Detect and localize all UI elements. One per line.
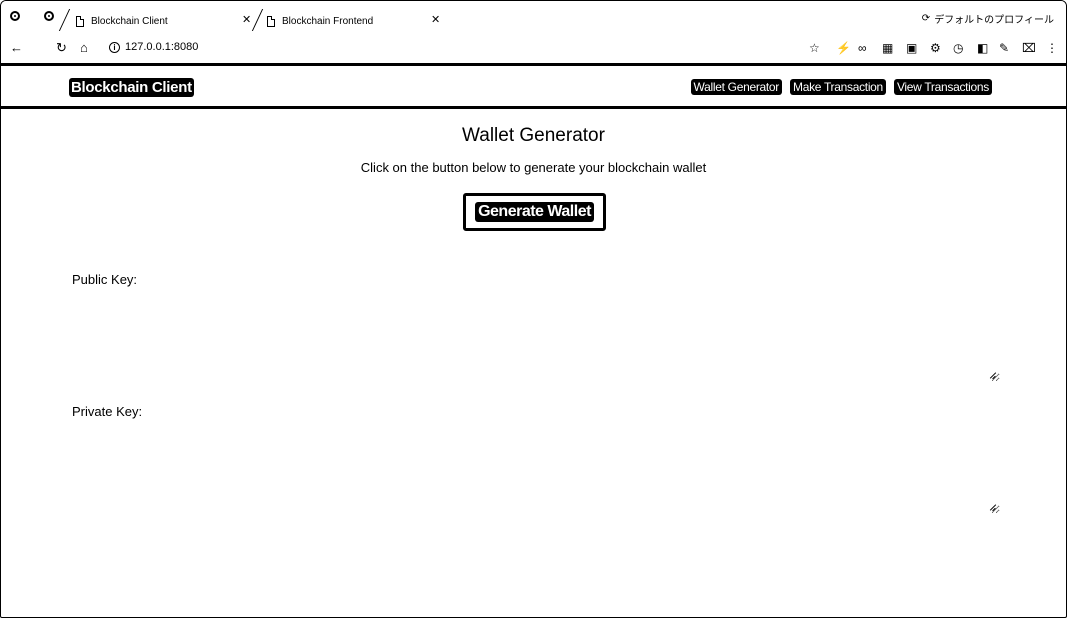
profile-icon: ⟳ bbox=[921, 13, 931, 24]
generate-wallet-button[interactable]: Generate Wallet bbox=[463, 193, 606, 231]
extension-icon[interactable]: ◧ bbox=[977, 40, 988, 56]
nav-link-view-transactions[interactable]: View Transactions bbox=[893, 79, 992, 95]
tab-blockchain-frontend[interactable]: Blockchain Frontend ✕ bbox=[267, 9, 447, 33]
tab-close-icon[interactable]: ✕ bbox=[242, 13, 251, 26]
window-close-icon[interactable] bbox=[10, 11, 20, 21]
glasses-icon[interactable]: ∞ bbox=[858, 40, 867, 56]
page-subtitle: Click on the button below to generate yo… bbox=[360, 160, 707, 175]
browser-window: Blockchain Client ✕ Blockchain Frontend … bbox=[0, 0, 1067, 618]
public-key-label: Public Key: bbox=[72, 272, 138, 287]
private-key-textarea[interactable] bbox=[72, 418, 1000, 514]
info-icon[interactable]: i bbox=[109, 41, 120, 53]
nav-link-make-transaction[interactable]: Make Transaction bbox=[790, 79, 886, 95]
public-key-textarea[interactable] bbox=[72, 286, 1000, 382]
tab-label: Blockchain Frontend bbox=[282, 15, 374, 27]
tab-label: Blockchain Client bbox=[91, 15, 168, 27]
nav-links: Wallet Generator Make Transaction View T… bbox=[690, 79, 992, 95]
page-icon bbox=[267, 15, 275, 27]
page-title: Wallet Generator bbox=[462, 125, 605, 146]
address-bar[interactable]: i 127.0.0.1:8080 bbox=[109, 41, 198, 53]
back-arrow-icon[interactable]: ← bbox=[10, 39, 23, 57]
profile-label: デフォルトのプロフィール bbox=[934, 15, 1054, 26]
window-minimize-icon[interactable] bbox=[44, 11, 54, 21]
tab-blockchain-client[interactable]: Blockchain Client ✕ bbox=[76, 9, 254, 33]
tab-strip: Blockchain Client ✕ Blockchain Frontend … bbox=[1, 1, 1066, 35]
extension-icon[interactable]: ▣ bbox=[906, 40, 917, 56]
extension-icon[interactable]: ⚡ bbox=[836, 40, 851, 56]
brand-logo[interactable]: Blockchain Client bbox=[69, 78, 194, 97]
resize-grip-icon[interactable] bbox=[988, 503, 997, 512]
generate-wallet-label: Generate Wallet bbox=[475, 202, 594, 222]
tab-close-icon[interactable]: ✕ bbox=[431, 13, 440, 26]
home-icon[interactable]: ⌂ bbox=[80, 39, 88, 57]
menu-kebab-icon[interactable]: ⋮ bbox=[1046, 40, 1058, 56]
clock-icon[interactable]: ◷ bbox=[953, 40, 963, 56]
resize-grip-icon[interactable] bbox=[988, 371, 997, 380]
tab-divider bbox=[58, 9, 71, 31]
extension-icon[interactable]: ✎ bbox=[999, 40, 1009, 56]
private-key-label: Private Key: bbox=[72, 404, 143, 419]
extension-icon[interactable]: ⌧ bbox=[1022, 40, 1036, 56]
extension-icon[interactable]: ▦ bbox=[882, 40, 893, 56]
site-navbar: Blockchain Client Wallet Generator Make … bbox=[1, 63, 1066, 109]
url-text: 127.0.0.1:8080 bbox=[125, 41, 199, 53]
page-icon bbox=[76, 15, 84, 27]
bookmark-star-icon[interactable]: ☆ bbox=[809, 40, 820, 56]
extension-icon[interactable]: ⚙ bbox=[930, 40, 941, 56]
profile-chip[interactable]: ⟳ デフォルトのプロフィール bbox=[922, 11, 1054, 26]
browser-toolbar: ← ↻ ⌂ i 127.0.0.1:8080 ☆ ⚡ ∞ ▦ ▣ ⚙ ◷ ◧ ✎… bbox=[1, 35, 1066, 63]
reload-icon[interactable]: ↻ bbox=[56, 39, 67, 57]
nav-link-wallet-generator[interactable]: Wallet Generator bbox=[690, 79, 783, 95]
